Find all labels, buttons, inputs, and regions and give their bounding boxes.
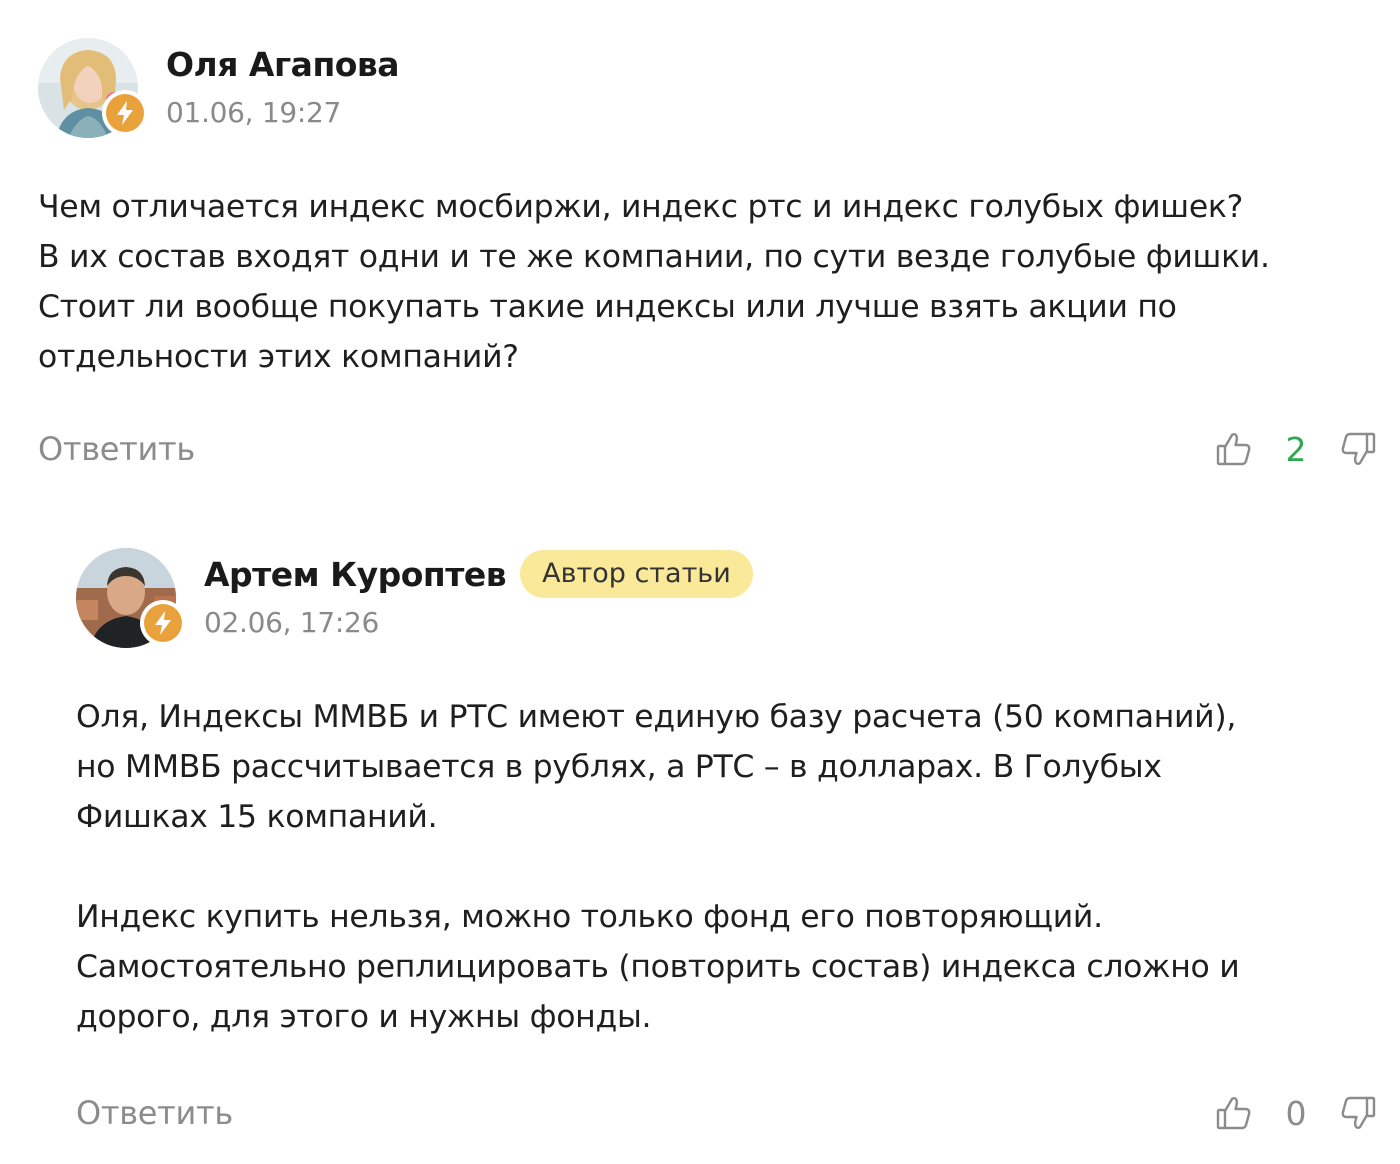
lightning-badge (102, 90, 148, 136)
comment-paragraph: Оля, Индексы ММВБ и РТС имеют единую баз… (76, 699, 1237, 835)
comment-text: Чем отличается индекс мосбиржи, индекс р… (38, 182, 1378, 382)
thumbs-down-icon[interactable] (1338, 1093, 1378, 1133)
vote-controls: 2 (1214, 429, 1378, 469)
timestamp: 01.06, 19:27 (166, 96, 342, 129)
reply-button[interactable]: Ответить (38, 430, 195, 468)
thumbs-up-icon[interactable] (1214, 1093, 1254, 1133)
comment-header: Оля Агапова 01.06, 19:27 (38, 38, 1378, 142)
lightning-icon (144, 604, 182, 642)
comment-paragraph: Индекс купить нельзя, можно только фонд … (76, 899, 1240, 1035)
comment-actions: Ответить 0 (76, 1088, 1378, 1138)
comment-text: Оля, Индексы ММВБ и РТС имеют единую баз… (76, 692, 1378, 1042)
comment-meta: Артем Куроптев Автор статьи 02.06, 17:26 (204, 548, 753, 639)
reply-button[interactable]: Ответить (76, 1094, 233, 1132)
author-tag-badge: Автор статьи (520, 550, 753, 598)
author-name[interactable]: Артем Куроптев (204, 555, 507, 594)
comment-header: Артем Куроптев Автор статьи 02.06, 17:26 (76, 548, 1378, 652)
avatar[interactable] (76, 548, 186, 650)
timestamp: 02.06, 17:26 (204, 606, 380, 639)
thumbs-down-icon[interactable] (1338, 429, 1378, 469)
comment-paragraph: Чем отличается индекс мосбиржи, индекс р… (38, 189, 1270, 375)
name-row: Артем Куроптев Автор статьи (204, 550, 753, 598)
author-name[interactable]: Оля Агапова (166, 45, 400, 84)
rating-count: 2 (1285, 429, 1307, 469)
lightning-icon (106, 94, 144, 132)
thumbs-up-icon[interactable] (1214, 429, 1254, 469)
comment-meta: Оля Агапова 01.06, 19:27 (166, 38, 400, 130)
lightning-badge (140, 600, 186, 646)
reply-comment: Артем Куроптев Автор статьи 02.06, 17:26… (76, 548, 1378, 1138)
avatar[interactable] (38, 38, 148, 140)
rating-count: 0 (1285, 1093, 1307, 1133)
vote-controls: 0 (1214, 1093, 1378, 1133)
comment: Оля Агапова 01.06, 19:27 Чем отличается … (38, 38, 1378, 474)
comment-actions: Ответить 2 (38, 424, 1378, 474)
name-row: Оля Агапова (166, 40, 400, 88)
